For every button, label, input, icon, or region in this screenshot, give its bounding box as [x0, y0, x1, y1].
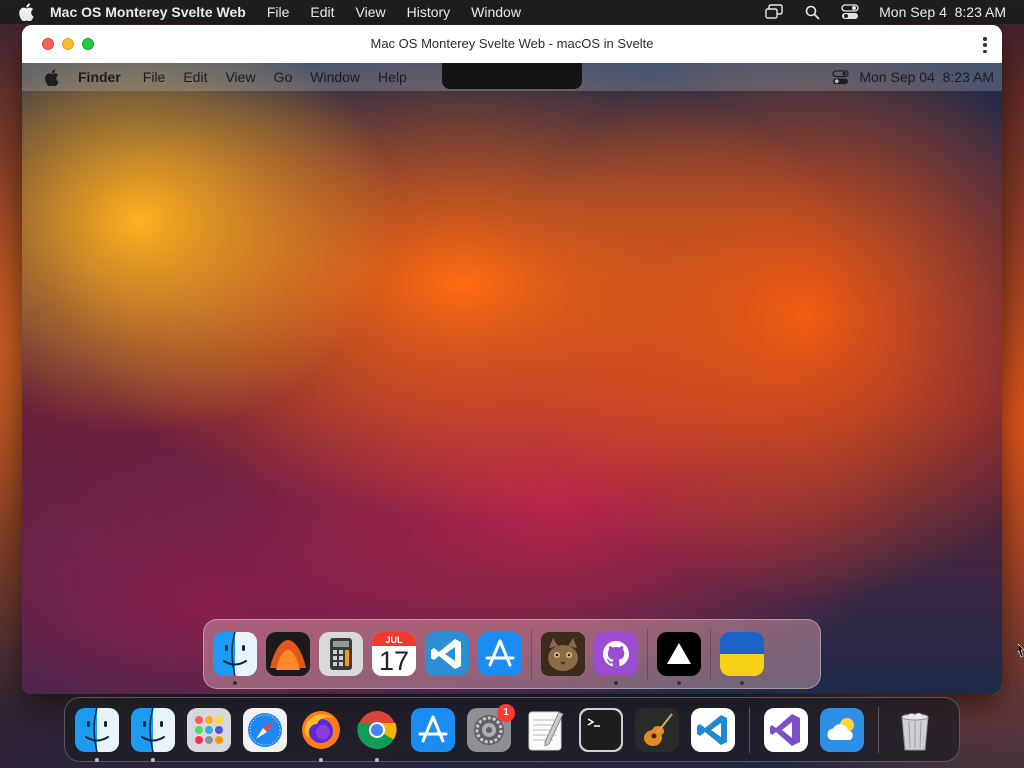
host-dock-safari[interactable] [243, 707, 287, 752]
github-icon [594, 632, 638, 676]
host-dock: 1 [64, 697, 960, 762]
inner-apple-logo-icon[interactable] [42, 68, 60, 86]
browser-window: Mac OS Monterey Svelte Web - macOS in Sv… [22, 25, 1002, 694]
inner-menubar: Finder File Edit View Go Window Help Mon… [22, 63, 1002, 91]
inner-menu-edit[interactable]: Edit [183, 69, 207, 85]
host-menu-window[interactable]: Window [471, 4, 521, 20]
host-dock-firefox[interactable] [299, 708, 343, 762]
host-dock-terminal[interactable] [579, 707, 623, 752]
launchpad-grid-icon [187, 707, 231, 752]
weather-icon [820, 707, 864, 752]
running-indicator [151, 757, 155, 762]
inner-dock-calendar[interactable]: JUL 17 [372, 632, 416, 676]
notification-badge: 1 [497, 703, 515, 722]
running-indicator [677, 681, 681, 685]
inner-menu-file[interactable]: File [143, 69, 166, 85]
trash-icon [901, 712, 929, 750]
dock-separator [647, 629, 648, 679]
running-indicator [375, 757, 379, 762]
vscode-icon [425, 632, 469, 676]
dock-separator [531, 629, 532, 679]
inner-dock-finder[interactable] [213, 632, 257, 685]
vscode-icon [691, 707, 735, 752]
host-app-name[interactable]: Mac OS Monterey Svelte Web [50, 4, 246, 20]
control-center-icon[interactable] [841, 3, 859, 21]
window-title: Mac OS Monterey Svelte Web - macOS in Sv… [370, 36, 654, 51]
host-menu-view[interactable]: View [356, 4, 386, 20]
dock-separator [878, 706, 879, 753]
inner-app-name[interactable]: Finder [78, 69, 121, 85]
guitar-icon [635, 707, 679, 752]
calculator-icon [319, 632, 363, 676]
host-dock-chrome[interactable] [355, 708, 399, 762]
running-indicator [233, 681, 237, 685]
window-titlebar[interactable]: Mac OS Monterey Svelte Web - macOS in Sv… [22, 25, 1002, 63]
calendar-month-label: JUL [385, 635, 403, 645]
inner-menu-window[interactable]: Window [310, 69, 360, 85]
dock-separator [749, 706, 750, 753]
inner-menu-go[interactable]: Go [274, 69, 293, 85]
host-menu-file[interactable]: File [267, 4, 290, 20]
inner-dock-ukraine[interactable] [720, 632, 764, 685]
inner-dock-vercel[interactable] [657, 632, 701, 685]
running-indicator [740, 681, 744, 685]
inner-desktop: Finder File Edit View Go Window Help Mon… [22, 63, 1002, 694]
inner-clock[interactable]: Mon Sep 04 8:23 AM [859, 69, 994, 85]
host-status-area: Mon Sep 4 8:23 AM [765, 0, 1006, 24]
host-dock-vscode[interactable] [691, 707, 735, 752]
wallpaper-icon [266, 632, 310, 676]
chrome-icon [357, 710, 397, 749]
host-dock-finder[interactable] [75, 707, 119, 762]
vercel-triangle-icon [657, 632, 701, 676]
host-dock-finder-2[interactable] [131, 707, 175, 762]
host-menubar: Mac OS Monterey Svelte Web File Edit Vie… [0, 0, 1024, 24]
host-dock-visual-studio[interactable] [764, 707, 808, 752]
apple-logo-icon[interactable] [16, 2, 36, 22]
inner-status-area: Mon Sep 04 8:23 AM [832, 63, 994, 91]
app-store-icon [411, 707, 455, 752]
display-notch [442, 63, 582, 89]
inner-menu-help[interactable]: Help [378, 69, 407, 85]
finder-icon [131, 707, 175, 752]
host-clock[interactable]: Mon Sep 4 8:23 AM [879, 4, 1006, 20]
calendar-day-label: 17 [379, 646, 409, 676]
host-dock-textedit[interactable] [523, 708, 567, 752]
app-store-icon [478, 632, 522, 676]
inner-dock-github[interactable] [594, 632, 638, 685]
host-dock-app-store[interactable] [411, 707, 455, 752]
safari-compass-icon [243, 707, 287, 752]
running-indicator [319, 757, 323, 762]
finder-icon [75, 707, 119, 752]
inner-dock: JUL 17 [203, 619, 821, 689]
host-menu-edit[interactable]: Edit [310, 4, 334, 20]
inner-dock-calculator[interactable] [319, 632, 363, 676]
screen-mirroring-icon[interactable] [765, 3, 783, 21]
finder-icon [213, 632, 257, 676]
search-icon[interactable] [803, 3, 821, 21]
host-dock-trash[interactable] [893, 708, 937, 752]
textedit-icon [528, 710, 564, 750]
inner-dock-app-store[interactable] [478, 632, 522, 676]
host-dock-garageband[interactable] [635, 707, 679, 752]
visual-studio-icon [764, 707, 808, 752]
running-indicator [95, 757, 99, 762]
host-menu-history[interactable]: History [407, 4, 451, 20]
inner-control-center-icon[interactable] [832, 69, 849, 85]
cat-photo-icon [541, 632, 585, 676]
more-options-icon[interactable] [982, 37, 988, 53]
terminal-icon [579, 707, 623, 752]
mouse-cursor-icon [1017, 643, 1024, 658]
host-dock-launchpad[interactable] [187, 707, 231, 752]
inner-menu-view[interactable]: View [225, 69, 255, 85]
inner-dock-cat-app[interactable] [541, 632, 585, 676]
running-indicator [614, 681, 618, 685]
dock-separator [710, 629, 711, 679]
calendar-icon: JUL 17 [372, 632, 416, 676]
firefox-icon [302, 710, 340, 749]
inner-dock-wallpapers[interactable] [266, 632, 310, 676]
host-dock-weather[interactable] [820, 707, 864, 752]
ukraine-flag-icon [720, 632, 764, 676]
inner-dock-vscode[interactable] [425, 632, 469, 676]
host-dock-system-settings[interactable]: 1 [467, 703, 515, 752]
